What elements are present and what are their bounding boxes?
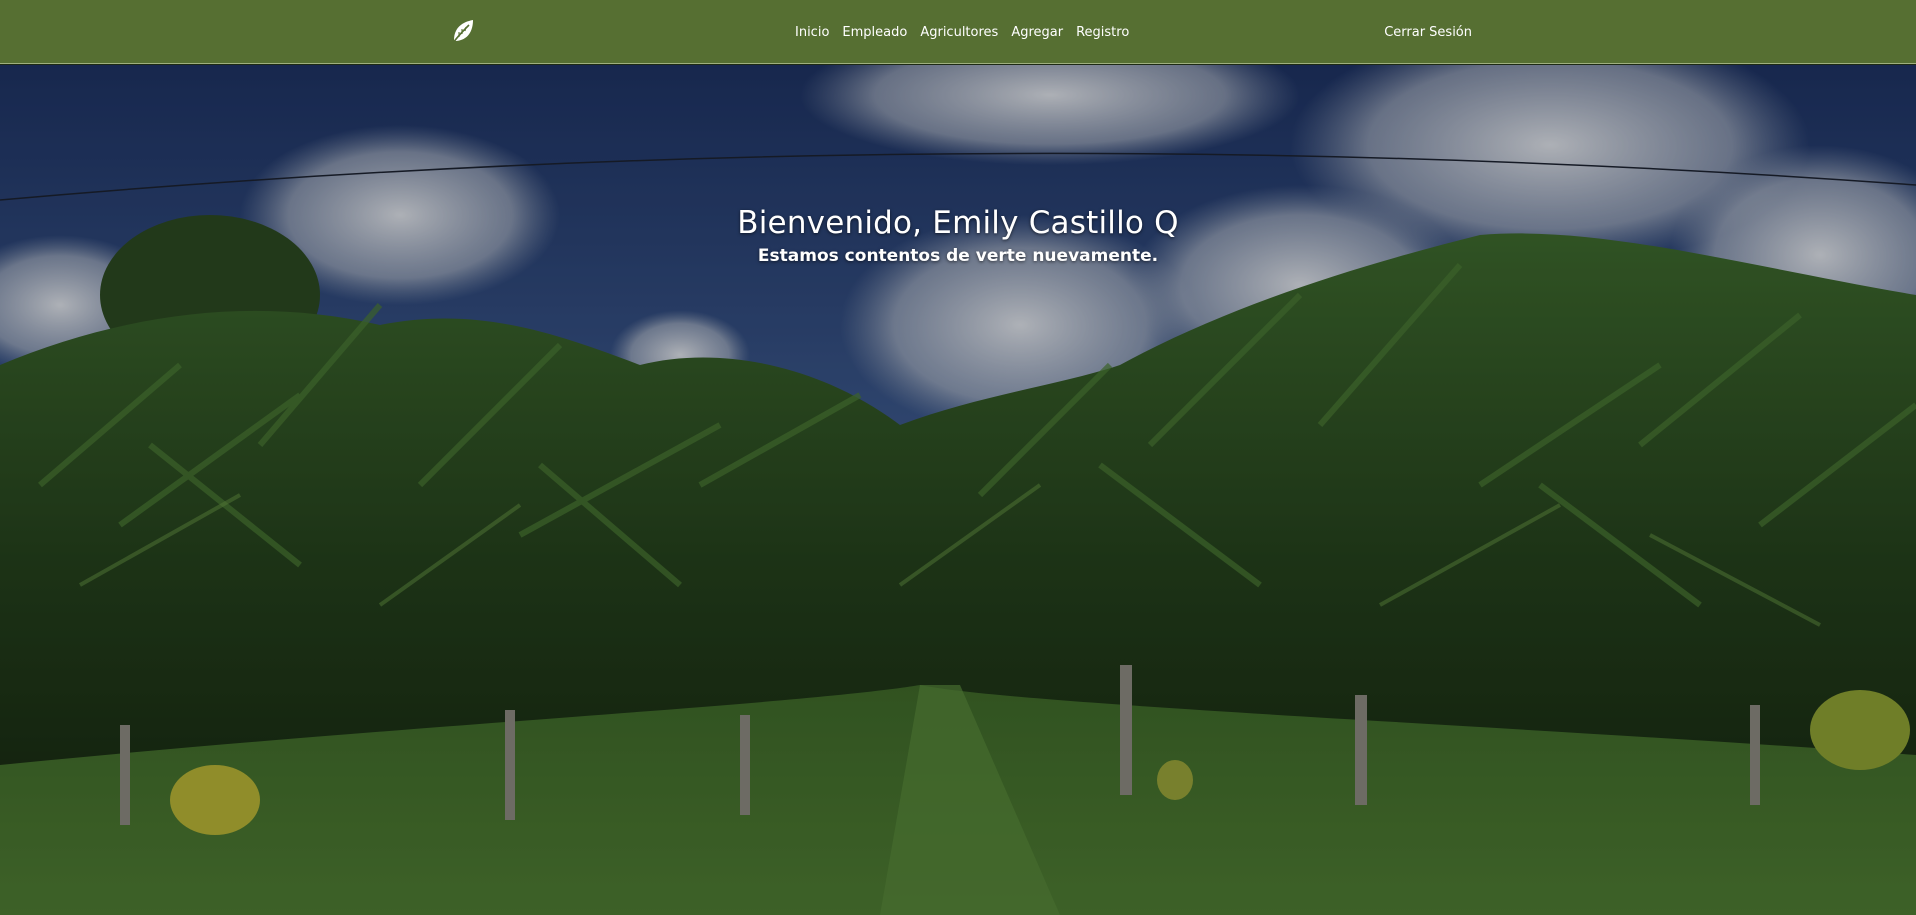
main-navigation: Inicio Empleado Agricultores Agregar Reg… bbox=[795, 0, 1142, 64]
welcome-subtitle: Estamos contentos de verte nuevamente. bbox=[757, 246, 1159, 266]
nav-link-agricultores[interactable]: Agricultores bbox=[920, 25, 998, 40]
hero-overlay bbox=[0, 65, 1916, 915]
nav-link-inicio[interactable]: Inicio bbox=[795, 25, 829, 40]
nav-link-empleado[interactable]: Empleado bbox=[842, 25, 907, 40]
welcome-title: Bienvenido, Emily Castillo Q bbox=[737, 205, 1179, 241]
welcome-block: Bienvenido, Emily Castillo Q Estamos con… bbox=[0, 205, 1916, 266]
nav-link-registro[interactable]: Registro bbox=[1076, 25, 1129, 40]
nav-link-agregar[interactable]: Agregar bbox=[1011, 25, 1063, 40]
hero-section: Bienvenido, Emily Castillo Q Estamos con… bbox=[0, 65, 1916, 915]
navbar: Inicio Empleado Agricultores Agregar Reg… bbox=[0, 0, 1916, 64]
leaf-icon[interactable] bbox=[450, 17, 476, 45]
logout-link[interactable]: Cerrar Sesión bbox=[1384, 0, 1472, 64]
